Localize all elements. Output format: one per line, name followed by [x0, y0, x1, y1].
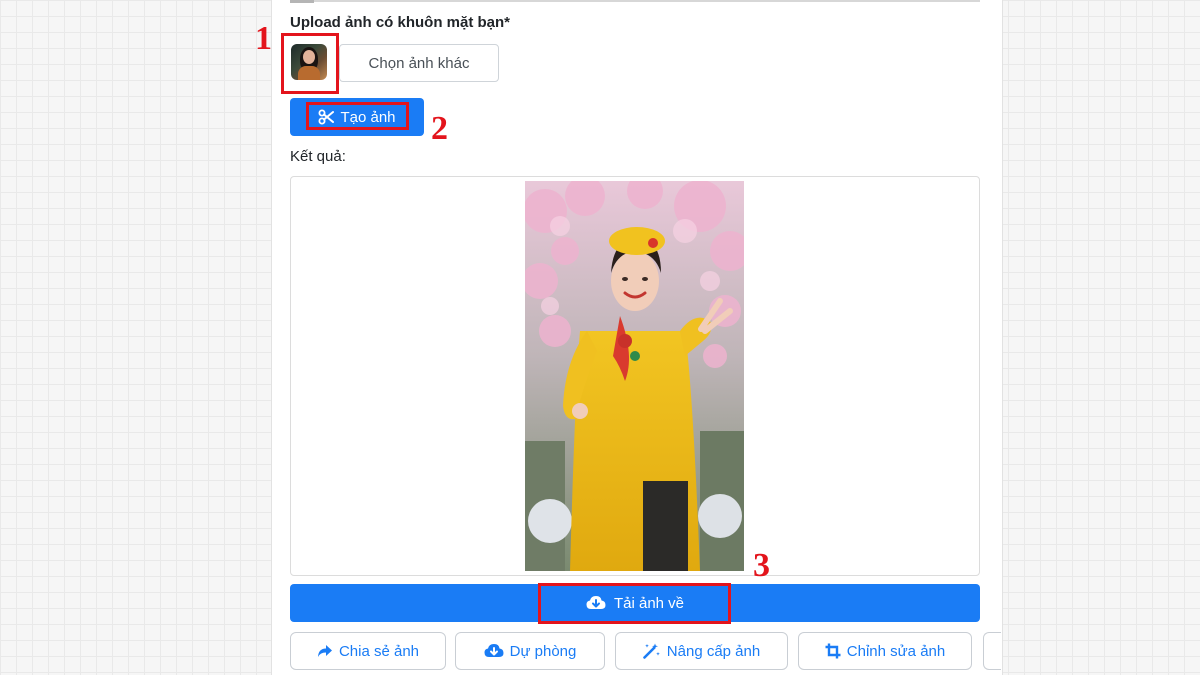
download-image-button[interactable]: Tải ảnh về	[290, 584, 980, 622]
annotation-number-2: 2	[431, 110, 448, 147]
more-actions-button-partial[interactable]	[983, 632, 1001, 670]
create-image-button[interactable]: Tạo ảnh	[290, 98, 424, 136]
share-image-button[interactable]: Chia sẻ ảnh	[290, 632, 446, 670]
upgrade-image-label: Nâng cấp ảnh	[666, 642, 761, 660]
scissors-icon	[318, 109, 335, 125]
top-divider	[290, 0, 980, 2]
scroll-indicator	[290, 0, 314, 3]
edit-image-label: Chỉnh sửa ảnh	[846, 642, 946, 660]
cloud-download-icon	[484, 643, 504, 659]
backup-button[interactable]: Dự phòng	[455, 632, 605, 670]
crop-icon	[825, 643, 841, 659]
share-icon	[317, 644, 333, 658]
edit-image-button[interactable]: Chỉnh sửa ảnh	[798, 632, 972, 670]
result-label: Kết quả:	[290, 148, 346, 165]
choose-other-image-button[interactable]: Chọn ảnh khác	[339, 44, 499, 82]
uploaded-face-thumbnail	[291, 44, 327, 80]
result-image	[525, 181, 744, 571]
annotation-number-1: 1	[255, 20, 272, 57]
download-image-label: Tải ảnh về	[613, 594, 685, 612]
create-image-label: Tạo ảnh	[340, 108, 396, 126]
upload-label: Upload ảnh có khuôn mặt bạn*	[290, 14, 511, 31]
share-image-label: Chia sẻ ảnh	[338, 642, 420, 660]
backup-label: Dự phòng	[509, 642, 577, 660]
magic-wand-icon	[642, 643, 661, 659]
cloud-download-icon	[586, 595, 606, 611]
annotation-number-3: 3	[753, 547, 770, 584]
upgrade-image-button[interactable]: Nâng cấp ảnh	[615, 632, 788, 670]
